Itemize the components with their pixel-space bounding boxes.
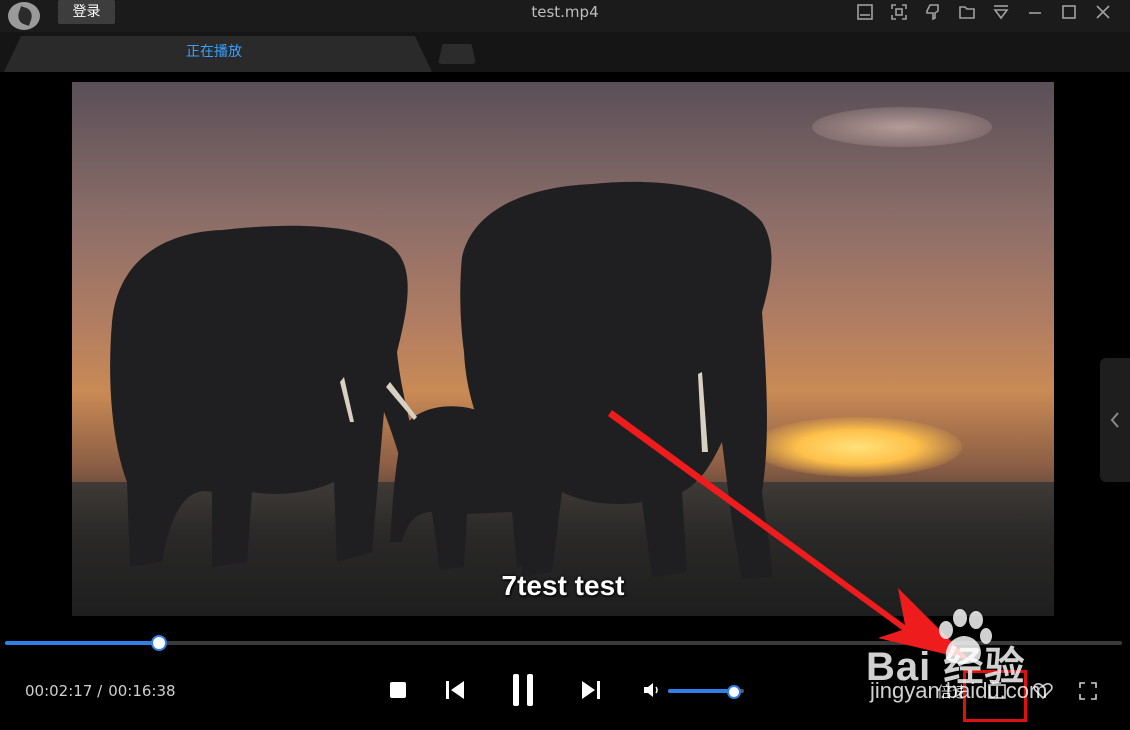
app-logo[interactable] — [8, 2, 40, 30]
volume-slider[interactable] — [668, 685, 744, 699]
title-bar: 登录 test.mp4 — [0, 0, 1130, 32]
video-subtitle: 7test test — [501, 570, 625, 601]
folder-icon[interactable] — [950, 0, 984, 24]
time-display: 00:02:17 / 00:16:38 — [25, 682, 182, 700]
video-frame[interactable]: 7test test — [72, 82, 1054, 616]
previous-button[interactable] — [442, 678, 468, 702]
next-button[interactable] — [578, 678, 604, 702]
stop-icon — [390, 682, 406, 698]
skip-next-icon — [582, 681, 600, 699]
subtitle-icon[interactable] — [848, 0, 882, 24]
favorite-button[interactable] — [1030, 680, 1056, 702]
volume-icon — [644, 683, 658, 697]
heart-icon — [1033, 683, 1053, 700]
screenshot-icon[interactable] — [882, 0, 916, 24]
maximize-icon[interactable] — [1052, 0, 1086, 24]
mute-button[interactable] — [642, 680, 662, 700]
tab-bar: 正在播放 — [0, 32, 1130, 72]
pause-button[interactable] — [506, 672, 540, 708]
minimize-icon[interactable] — [1018, 0, 1052, 24]
seek-handle[interactable] — [151, 635, 168, 651]
elephant-silhouettes — [110, 181, 772, 579]
window-controls — [848, 0, 1120, 24]
video-area[interactable]: 7test test — [0, 72, 1130, 632]
annotation-highlight-box — [963, 670, 1027, 722]
close-icon[interactable] — [1086, 0, 1120, 24]
playlist-toggle[interactable] — [1100, 358, 1130, 482]
seek-bar[interactable] — [5, 635, 1122, 651]
seek-bar-played — [5, 641, 159, 645]
login-button[interactable]: 登录 — [58, 0, 115, 24]
volume-handle[interactable] — [727, 685, 742, 699]
tab-now-playing-label[interactable]: 正在播放 — [0, 41, 428, 61]
skip-previous-icon — [446, 681, 464, 699]
pause-icon — [513, 674, 533, 706]
current-time: 00:02:17 / — [25, 682, 103, 700]
total-time: 00:16:38 — [108, 682, 176, 700]
new-tab-button[interactable] — [438, 44, 476, 64]
stop-button[interactable] — [386, 678, 410, 702]
menu-icon[interactable] — [984, 0, 1018, 24]
fullscreen-button[interactable] — [1076, 680, 1100, 702]
pin-icon[interactable] — [916, 0, 950, 24]
chevron-left-icon — [1110, 412, 1119, 428]
volume-level — [668, 689, 734, 693]
fullscreen-icon — [1079, 682, 1097, 700]
